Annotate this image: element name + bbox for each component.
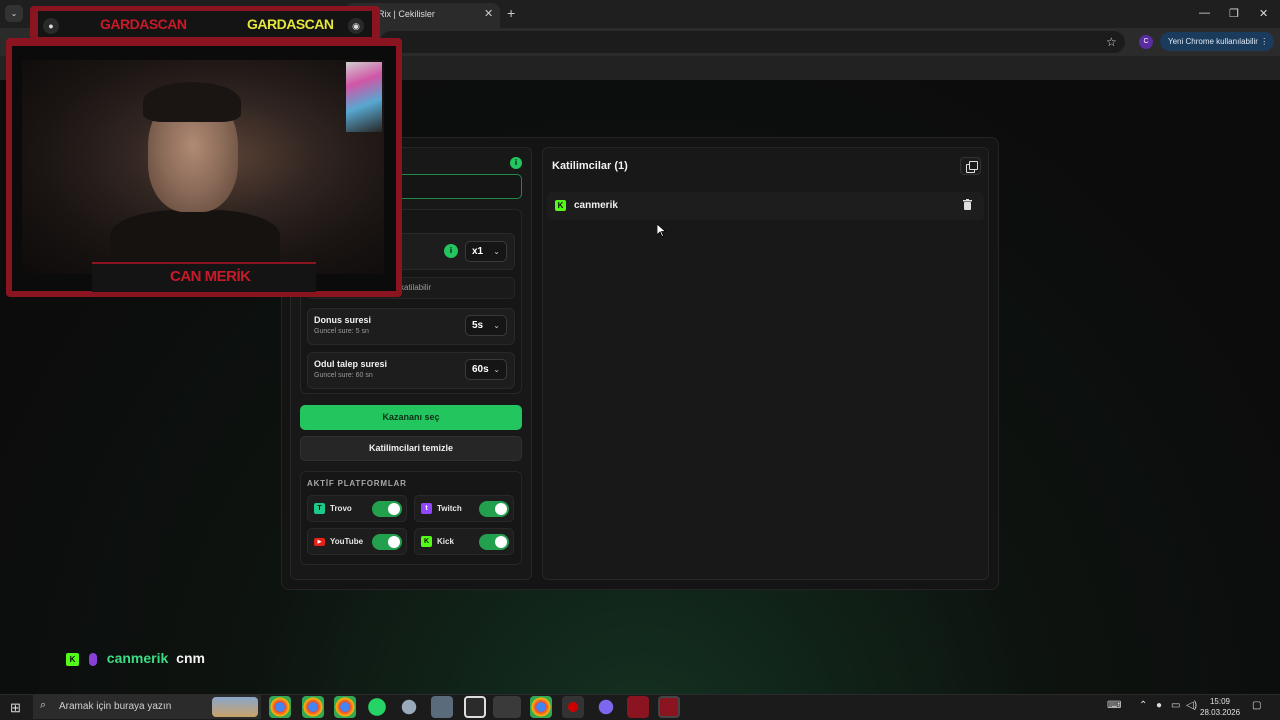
- kick-icon: K: [555, 200, 566, 211]
- microphone-icon: [88, 652, 97, 666]
- participants-title: Katilimcilar (1): [552, 160, 628, 172]
- streamer-name: CAN MERİK: [170, 268, 251, 285]
- windows-start-icon[interactable]: ⊞: [10, 700, 21, 716]
- tab-title: Rix | Cekilisler: [378, 9, 435, 19]
- calculator-icon[interactable]: [431, 696, 453, 718]
- address-bar[interactable]: [380, 31, 1125, 53]
- pick-winner-button[interactable]: Kazananı seç: [300, 405, 522, 430]
- platform-kick: K Kick: [414, 528, 514, 555]
- chevron-up-icon[interactable]: ⌃: [1139, 700, 1147, 711]
- chrome-app-icon[interactable]: [269, 696, 291, 718]
- odul-sub: Guncel sure: 60 sn: [314, 372, 373, 379]
- user-icon: ●: [43, 18, 59, 34]
- multiplier-select[interactable]: x1 ⌄: [465, 241, 507, 262]
- youtube-icon: ▶: [314, 538, 325, 546]
- tab-close-icon[interactable]: ✕: [484, 7, 493, 20]
- youtube-toggle[interactable]: [372, 534, 402, 550]
- donus-sub: Guncel sure: 5 sn: [314, 328, 369, 335]
- kick-toggle[interactable]: [479, 534, 509, 550]
- update-label: Yeni Chrome kullanılabilir: [1168, 37, 1258, 46]
- volume-icon[interactable]: ◁): [1186, 700, 1197, 711]
- mouse-cursor-icon: [657, 224, 666, 237]
- whatsapp-icon[interactable]: [366, 696, 388, 718]
- kick-icon: K: [421, 536, 432, 547]
- window-close-button[interactable]: ✕: [1259, 7, 1268, 20]
- participant-name: canmerik: [574, 200, 618, 211]
- search-placeholder: Aramak için buraya yazın: [59, 701, 172, 712]
- chat-username: canmerik: [106, 650, 169, 666]
- chrome-app-icon[interactable]: [530, 696, 552, 718]
- streamer-hair: [143, 82, 241, 122]
- search-highlight-image: [212, 697, 258, 717]
- tab-search-dropdown[interactable]: ⌄: [5, 5, 23, 22]
- twitch-icon: t: [421, 503, 432, 514]
- app-icon[interactable]: [627, 696, 649, 718]
- chat-message: cnm: [176, 650, 205, 666]
- donus-value: 5s: [472, 320, 484, 331]
- clear-participants-button[interactable]: Katilimcilari temizle: [300, 436, 522, 461]
- chat-line: K canmerik cnm: [66, 650, 205, 666]
- restore-button[interactable]: ❐: [1229, 7, 1239, 20]
- search-icon: ⌕: [40, 699, 47, 711]
- keyword-input[interactable]: [384, 174, 522, 199]
- copy-icon[interactable]: [960, 157, 981, 175]
- app-icon[interactable]: [595, 696, 617, 718]
- platform-label: YouTube: [330, 537, 364, 546]
- clock-time: 15:09: [1209, 697, 1231, 706]
- chevron-down-icon: ⌄: [493, 321, 500, 330]
- rgb-light: [346, 62, 382, 132]
- chevron-down-icon: ⌄: [493, 365, 500, 374]
- app-icon[interactable]: [658, 696, 680, 718]
- network-icon[interactable]: ▭: [1171, 700, 1180, 711]
- info-icon[interactable]: i: [510, 157, 522, 169]
- chrome-app-icon[interactable]: [302, 696, 324, 718]
- platform-label: Twitch: [437, 504, 462, 513]
- platform-twitch: t Twitch: [414, 495, 514, 522]
- kick-icon: K: [66, 652, 79, 666]
- platform-youtube: ▶ YouTube: [307, 528, 407, 555]
- new-tab-button[interactable]: +: [507, 5, 515, 21]
- platforms-title: AKTİF PLATFORMLAR: [307, 479, 407, 488]
- clock-date: 28.03.2026: [1200, 708, 1241, 717]
- bookmark-star-icon[interactable]: ☆: [1106, 35, 1117, 49]
- odul-select[interactable]: 60s ⌄: [465, 359, 507, 380]
- keyboard-icon[interactable]: ⌨: [1107, 700, 1121, 711]
- twitch-toggle[interactable]: [479, 501, 509, 517]
- donus-select[interactable]: 5s ⌄: [465, 315, 507, 336]
- platform-label: Trovo: [330, 504, 352, 513]
- update-menu-icon: ⋮: [1260, 37, 1269, 46]
- system-clock[interactable]: 15:09 28.03.2026: [1200, 696, 1240, 718]
- app-icon[interactable]: [398, 696, 420, 718]
- minimize-button[interactable]: —: [1199, 7, 1210, 19]
- platform-trovo: T Trovo: [307, 495, 407, 522]
- microphone-icon[interactable]: ●: [1156, 700, 1162, 711]
- discord-icon: ◉: [348, 18, 364, 34]
- trovo-toggle[interactable]: [372, 501, 402, 517]
- notifications-icon[interactable]: ▢: [1252, 700, 1261, 711]
- obs-icon[interactable]: [562, 696, 584, 718]
- chrome-app-icon[interactable]: [334, 696, 356, 718]
- odul-title: Odul talep suresi: [314, 359, 388, 369]
- chrome-active-icon[interactable]: [493, 696, 521, 718]
- multiplier-value: x1: [472, 246, 484, 257]
- odul-value: 60s: [472, 364, 489, 375]
- donus-title: Donus suresi: [314, 315, 372, 325]
- multiplier-info-icon[interactable]: i: [444, 244, 458, 258]
- capcut-icon[interactable]: [464, 696, 486, 718]
- trovo-icon: T: [314, 503, 325, 514]
- chrome-update-button[interactable]: Yeni Chrome kullanılabilir ⋮: [1160, 32, 1274, 51]
- brand-right: GARDASCAN: [247, 16, 334, 32]
- brand-left: GARDASCAN: [100, 16, 187, 32]
- chevron-down-icon: ⌄: [493, 247, 500, 256]
- trash-icon[interactable]: [963, 199, 972, 210]
- profile-avatar[interactable]: C: [1139, 35, 1153, 49]
- platform-label: Kick: [437, 537, 454, 546]
